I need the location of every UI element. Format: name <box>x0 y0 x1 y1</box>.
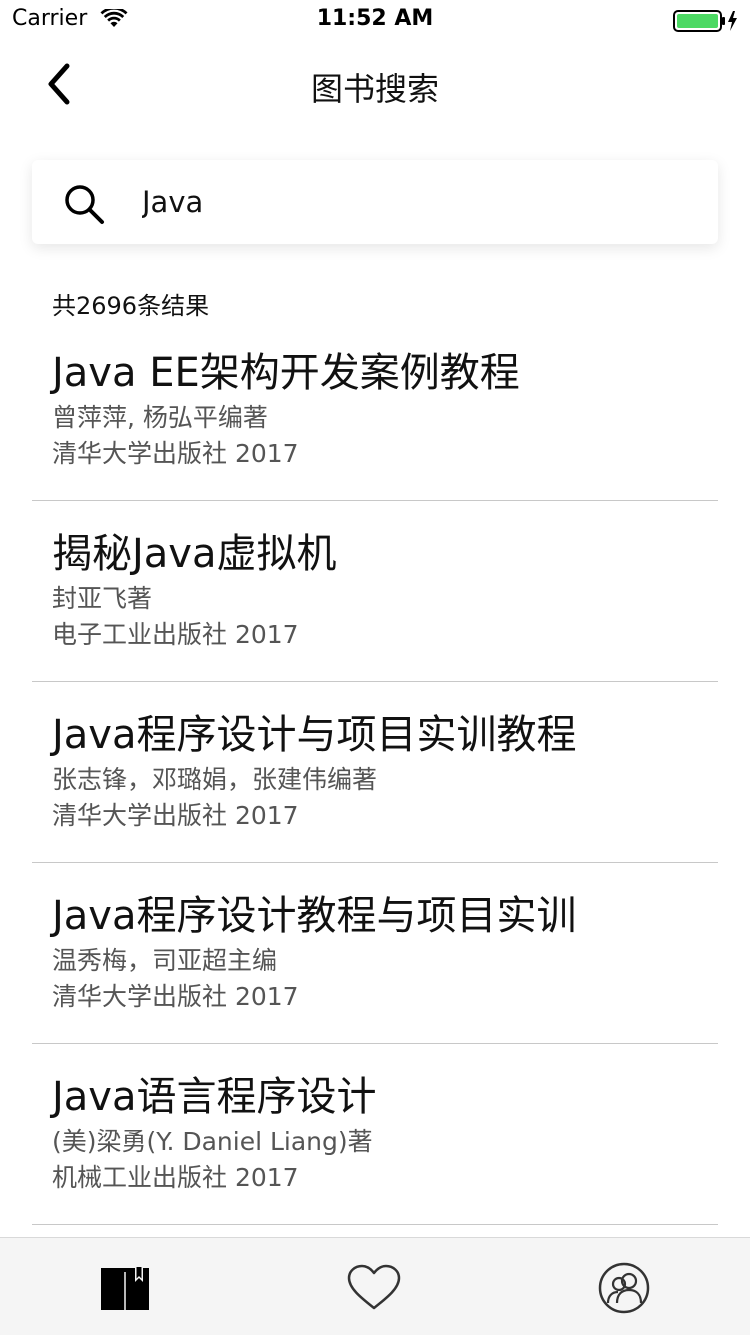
book-publisher: 清华大学出版社 2017 <box>52 982 299 1011</box>
navigation-bar: 图书搜索 <box>0 40 750 128</box>
search-icon <box>65 185 104 224</box>
book-title: Java程序设计与项目实训教程 <box>52 712 577 758</box>
search-bar[interactable] <box>32 160 718 244</box>
tab-favorites[interactable] <box>344 1260 404 1316</box>
book-author: 温秀梅，司亚超主编 <box>52 946 278 975</box>
list-item[interactable]: Java程序设计与项目实训教程 张志锋，邓璐娟，张建伟编著 清华大学出版社 20… <box>32 682 718 863</box>
list-item[interactable]: Java语言程序设计 (美)梁勇(Y. Daniel Liang)著 机械工业出… <box>32 1044 718 1225</box>
search-input[interactable] <box>142 180 702 224</box>
book-title: Java EE架构开发案例教程 <box>52 350 520 396</box>
book-icon <box>101 1266 149 1310</box>
page-title: 图书搜索 <box>310 70 439 108</box>
list-item[interactable]: Java EE架构开发案例教程 曾萍萍, 杨弘平编著 清华大学出版社 2017 <box>32 320 718 501</box>
users-icon <box>598 1262 650 1314</box>
list-item[interactable]: Java程序设计教程与项目实训 温秀梅，司亚超主编 清华大学出版社 2017 <box>32 863 718 1044</box>
book-author: (美)梁勇(Y. Daniel Liang)著 <box>52 1127 373 1156</box>
results-list: Java EE架构开发案例教程 曾萍萍, 杨弘平编著 清华大学出版社 2017 … <box>32 320 718 1225</box>
clock: 11:52 AM <box>316 6 434 31</box>
book-publisher: 清华大学出版社 2017 <box>52 439 299 468</box>
book-author: 封亚飞著 <box>52 584 153 613</box>
book-author: 曾萍萍, 杨弘平编著 <box>52 403 268 432</box>
battery-icon <box>673 10 737 32</box>
list-item[interactable]: 揭秘Java虚拟机 封亚飞著 电子工业出版社 2017 <box>32 501 718 682</box>
book-publisher: 电子工业出版社 2017 <box>52 620 299 649</box>
book-title: Java程序设计教程与项目实训 <box>52 893 577 939</box>
book-title: Java语言程序设计 <box>52 1074 377 1120</box>
result-count: 共2696条结果 <box>52 292 210 320</box>
book-author: 张志锋，邓璐娟，张建伟编著 <box>52 765 378 794</box>
book-publisher: 机械工业出版社 2017 <box>52 1163 299 1192</box>
tab-books[interactable] <box>95 1260 155 1316</box>
heart-icon <box>347 1264 401 1310</box>
tab-profile[interactable] <box>594 1260 654 1316</box>
status-bar: Carrier 11:52 AM <box>0 0 750 40</box>
book-title: 揭秘Java虚拟机 <box>52 531 337 577</box>
tab-bar <box>0 1237 750 1335</box>
book-publisher: 清华大学出版社 2017 <box>52 801 299 830</box>
